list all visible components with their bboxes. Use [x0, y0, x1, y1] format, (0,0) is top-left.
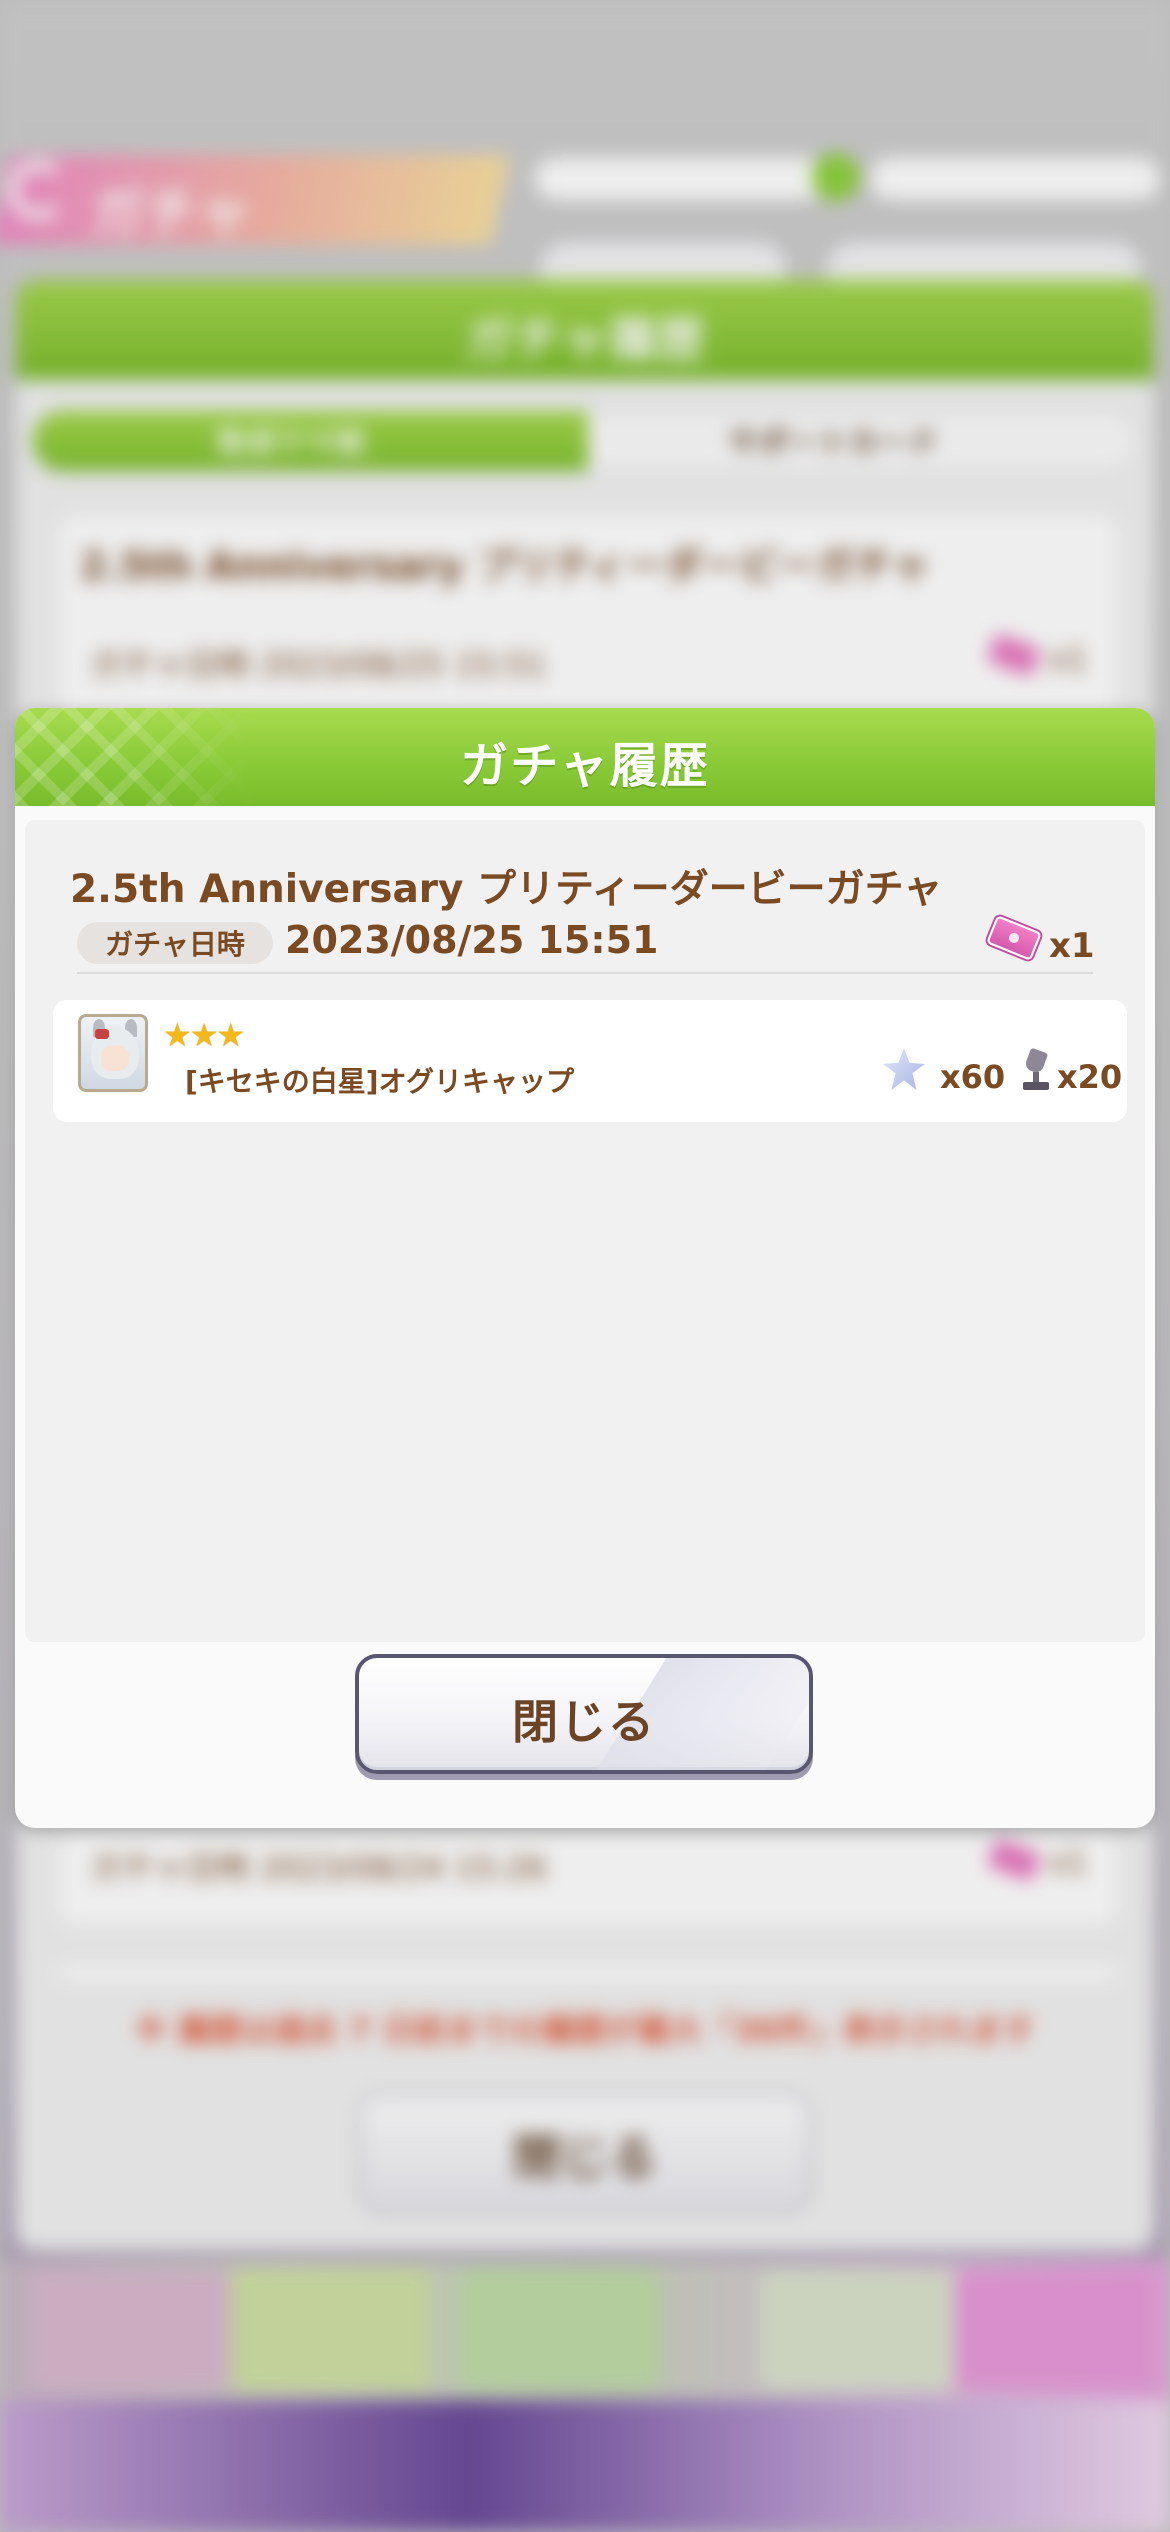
date-label-pill: ガチャ日時 — [77, 922, 273, 964]
date-value: 2023/08/25 15:51 — [285, 918, 659, 962]
trophy-cup — [1023, 1047, 1049, 1075]
close-button[interactable]: 閉じる — [355, 1654, 813, 1774]
close-button-label: 閉じる — [512, 1695, 656, 1749]
piece-star-icon — [883, 1048, 925, 1090]
ribbon — [95, 1029, 109, 1039]
character-name: [キセキの白星]オグリキャップ — [185, 1065, 575, 1098]
result-row: ★★★ [キセキの白星]オグリキャップ x60 x20 — [53, 1000, 1127, 1122]
rarity-stars-icon: ★★★ — [163, 1016, 245, 1054]
face — [101, 1045, 129, 1071]
modal-title: ガチャ履歴 — [460, 738, 710, 794]
trophy-icon — [1019, 1047, 1053, 1092]
ticket-count: x1 — [1049, 926, 1095, 966]
divider — [77, 972, 1093, 974]
gacha-name: 2.5th Anniversary プリティーダービーガチャ — [70, 867, 943, 912]
gacha-history-modal: ガチャ履歴 2.5th Anniversary プリティーダービーガチャ ガチャ… — [15, 708, 1155, 1828]
modal-header: ガチャ履歴 — [15, 708, 1155, 806]
trophy-base — [1023, 1082, 1049, 1090]
character-portrait-icon — [78, 1014, 148, 1092]
piece-count: x60 — [940, 1058, 1006, 1096]
trophy-count: x20 — [1057, 1058, 1123, 1096]
